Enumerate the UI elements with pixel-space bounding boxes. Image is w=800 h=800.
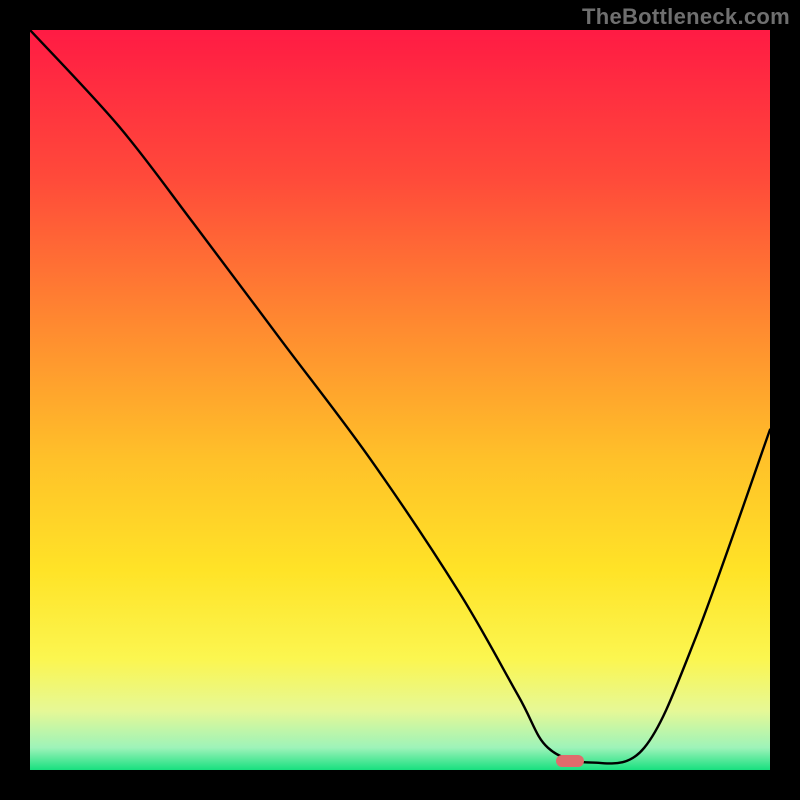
watermark-text: TheBottleneck.com (582, 4, 790, 30)
plot-area (30, 30, 770, 770)
optimum-marker (556, 755, 584, 767)
bottleneck-curve (30, 30, 770, 770)
chart-stage: TheBottleneck.com (0, 0, 800, 800)
